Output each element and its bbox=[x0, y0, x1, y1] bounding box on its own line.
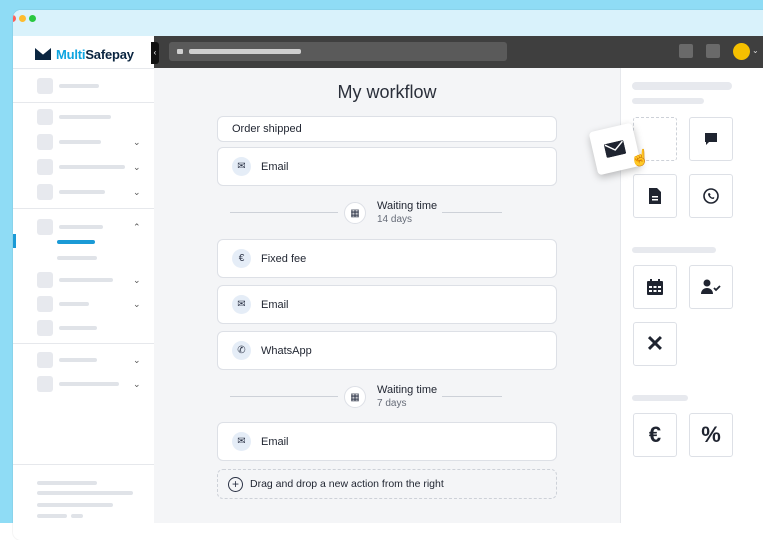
sidebar-subitem[interactable] bbox=[57, 256, 97, 260]
palette-section-placeholder bbox=[632, 247, 716, 253]
chevron-down-icon[interactable]: ⌄ bbox=[752, 46, 759, 55]
workflow-step[interactable]: ✉ Email bbox=[217, 285, 557, 324]
sidebar-footer-line bbox=[37, 503, 113, 507]
active-indicator bbox=[13, 234, 16, 248]
chevron-down-icon: ⌄ bbox=[133, 379, 141, 389]
logo[interactable]: MultiSafepay bbox=[35, 44, 134, 64]
sidebar: MultiSafepay ⌄ ⌄ ⌄ ⌃ ⌄ ⌄ ⌄ ⌄ bbox=[13, 36, 155, 523]
user-check-icon[interactable] bbox=[689, 265, 733, 309]
sidebar-divider bbox=[13, 464, 154, 465]
collapse-sidebar-button[interactable]: ‹ bbox=[151, 42, 159, 64]
page-title: My workflow bbox=[337, 82, 437, 102]
sidebar-divider bbox=[13, 208, 154, 209]
wait-duration: 14 days bbox=[377, 214, 413, 225]
workflow-step[interactable]: € Fixed fee bbox=[217, 239, 557, 278]
chevron-down-icon: ⌄ bbox=[133, 162, 141, 172]
step-label: Email bbox=[261, 160, 289, 173]
drop-zone[interactable]: + Drag and drop a new action from the ri… bbox=[217, 469, 557, 499]
chevron-down-icon: ⌄ bbox=[133, 137, 141, 147]
calendar-icon: ▦ bbox=[344, 202, 366, 224]
whatsapp-icon: ✆ bbox=[232, 341, 251, 360]
window-titlebar bbox=[13, 10, 763, 36]
step-label: WhatsApp bbox=[261, 344, 312, 357]
envelope-icon bbox=[603, 140, 627, 158]
workflow-step[interactable]: ✉ Email bbox=[217, 147, 557, 186]
wait-divider bbox=[442, 212, 502, 213]
trigger-label: Order shipped bbox=[232, 123, 302, 135]
chevron-up-icon: ⌃ bbox=[133, 222, 141, 232]
toolbar-icon[interactable] bbox=[679, 44, 693, 58]
minimize-window-button[interactable] bbox=[19, 15, 26, 22]
document-icon[interactable] bbox=[633, 174, 677, 218]
sidebar-subitem-active[interactable] bbox=[57, 240, 95, 244]
sidebar-footer-line bbox=[37, 514, 67, 518]
chevron-down-icon: ⌄ bbox=[133, 355, 141, 365]
wait-divider bbox=[230, 212, 338, 213]
grab-cursor-icon: ☝ bbox=[630, 150, 650, 167]
sidebar-footer-line bbox=[71, 514, 83, 518]
palette-section-placeholder bbox=[632, 395, 688, 401]
chevron-down-icon: ⌄ bbox=[133, 275, 141, 285]
calendar-icon: ▦ bbox=[344, 386, 366, 408]
drop-zone-label: Drag and drop a new action from the righ… bbox=[250, 478, 444, 490]
whatsapp-icon[interactable] bbox=[689, 174, 733, 218]
avatar[interactable] bbox=[733, 43, 750, 60]
wait-duration: 7 days bbox=[377, 398, 407, 409]
chevron-down-icon: ⌄ bbox=[133, 187, 141, 197]
calendar-icon[interactable] bbox=[633, 265, 677, 309]
euro-icon[interactable]: € bbox=[633, 413, 677, 457]
wait-title: Waiting time bbox=[377, 384, 438, 396]
logo-text: MultiSafepay bbox=[56, 46, 134, 62]
palette-heading-placeholder bbox=[632, 98, 704, 104]
wait-divider bbox=[230, 396, 338, 397]
workflow-step[interactable]: ✉ Email bbox=[217, 422, 557, 461]
sidebar-footer-line bbox=[37, 481, 97, 485]
x-icon[interactable]: ✕ bbox=[633, 322, 677, 366]
trigger-card[interactable]: Order shipped bbox=[217, 116, 557, 142]
chat-bubble-icon[interactable] bbox=[689, 117, 733, 161]
plus-icon: + bbox=[228, 476, 243, 492]
step-label: Email bbox=[261, 298, 289, 311]
wait-title: Waiting time bbox=[377, 200, 438, 212]
search-bar[interactable] bbox=[169, 42, 507, 61]
percent-icon[interactable]: % bbox=[689, 413, 733, 457]
sidebar-divider bbox=[13, 68, 154, 69]
workflow-step[interactable]: ✆ WhatsApp bbox=[217, 331, 557, 370]
close-window-button[interactable] bbox=[13, 15, 16, 22]
step-label: Fixed fee bbox=[261, 252, 307, 265]
euro-icon: € bbox=[232, 249, 251, 268]
sidebar-divider bbox=[13, 343, 154, 344]
logo-mark-icon bbox=[35, 48, 51, 60]
sidebar-footer-line bbox=[37, 491, 133, 495]
step-label: Email bbox=[261, 435, 289, 448]
wait-divider bbox=[442, 396, 502, 397]
toolbar-icon[interactable] bbox=[706, 44, 720, 58]
envelope-icon: ✉ bbox=[232, 157, 251, 176]
maximize-window-button[interactable] bbox=[29, 15, 36, 22]
chevron-down-icon: ⌄ bbox=[133, 299, 141, 309]
palette-heading-placeholder bbox=[632, 82, 732, 90]
sidebar-divider bbox=[13, 102, 154, 103]
envelope-icon: ✉ bbox=[232, 432, 251, 451]
envelope-icon: ✉ bbox=[232, 295, 251, 314]
